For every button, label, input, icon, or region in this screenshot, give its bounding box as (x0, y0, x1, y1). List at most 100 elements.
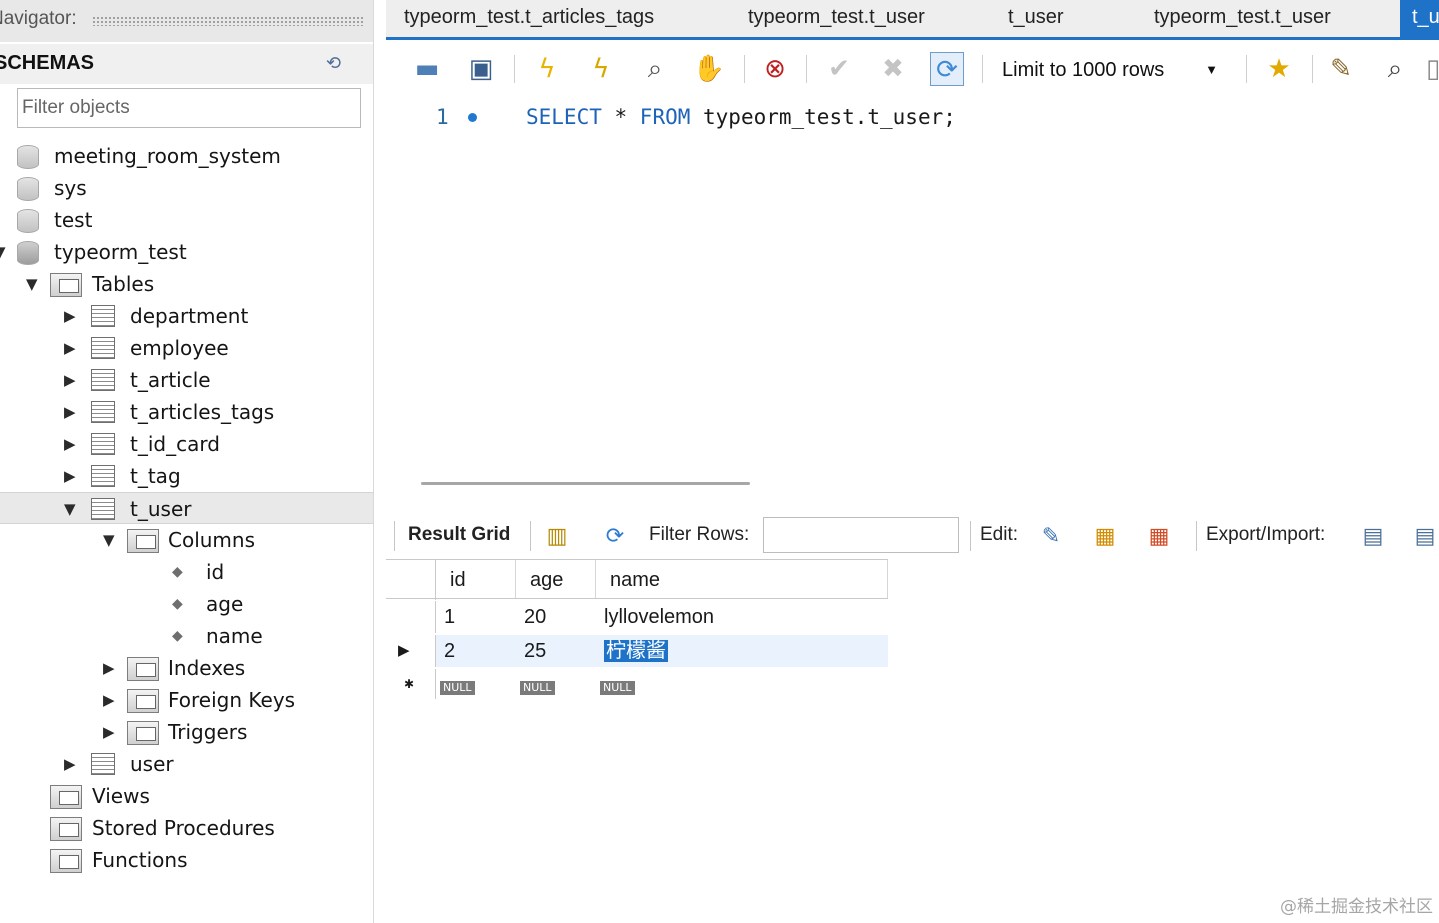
tree-table-department[interactable]: ▶ department (0, 300, 373, 332)
result-grid-tab[interactable]: Result Grid (408, 524, 510, 546)
export-import-label: Export/Import: (1206, 524, 1326, 545)
column-header-name[interactable]: name (596, 560, 888, 598)
tab-typeorm-test-t-articles-tags[interactable]: typeorm_test.t_articles_tags (404, 6, 654, 29)
find-magnifier-icon[interactable]: ⌕ (1378, 52, 1412, 86)
tree-folder-tables[interactable]: ▼ Tables (0, 268, 373, 300)
table-row-new[interactable]: ✱ NULL NULL NULL (386, 669, 888, 699)
cell-age[interactable]: 20 (516, 601, 596, 633)
collapsed-arrow-icon[interactable]: ▶ (64, 332, 80, 364)
filter-objects-input[interactable] (17, 88, 361, 128)
add-snippet-star-icon[interactable]: ★ (1262, 52, 1296, 86)
column-header-id[interactable]: id (436, 560, 516, 598)
column-header-age[interactable]: age (516, 560, 596, 598)
stop-on-error-icon[interactable]: ⊗ (758, 52, 792, 86)
tree-table-t_articles_tags[interactable]: ▶ t_articles_tags (0, 396, 373, 428)
row-header[interactable]: ▶ (386, 635, 436, 667)
collapsed-arrow-icon[interactable]: ▶ (64, 748, 80, 780)
collapsed-arrow-icon[interactable]: ▶ (103, 652, 119, 684)
tree-folder-views[interactable]: Views (0, 780, 373, 812)
tab-typeorm-test-t-user-2[interactable]: typeorm_test.t_user (1154, 6, 1331, 29)
tree-folder-triggers[interactable]: ▶ Triggers (0, 716, 373, 748)
tree-column-id[interactable]: ◆ id (0, 556, 373, 588)
save-icon[interactable]: ▣ (464, 52, 498, 86)
explain-magnifier-icon[interactable]: ⌕ (638, 52, 672, 86)
filter-rows-input[interactable] (763, 517, 959, 553)
tree-folder-foreign-keys[interactable]: ▶ Foreign Keys (0, 684, 373, 716)
delete-row-icon[interactable]: ▦ (1144, 521, 1174, 551)
tab-t-user[interactable]: t_user (1008, 6, 1064, 29)
tree-folder-stored-procedures[interactable]: Stored Procedures (0, 812, 373, 844)
tree-table-t_article[interactable]: ▶ t_article (0, 364, 373, 396)
editor-result-splitter[interactable] (386, 467, 1439, 507)
cell-age[interactable]: NULL (516, 669, 596, 699)
collapsed-arrow-icon[interactable]: ▶ (64, 364, 80, 396)
cell-age[interactable]: 25 (516, 635, 596, 667)
tree-table-t_tag[interactable]: ▶ t_tag (0, 460, 373, 492)
collapsed-arrow-icon[interactable]: › (0, 204, 10, 236)
tree-table-employee[interactable]: ▶ employee (0, 332, 373, 364)
tree-schema-sys[interactable]: › sys (0, 172, 373, 204)
tree-folder-indexes[interactable]: ▶ Indexes (0, 652, 373, 684)
commit-check-icon[interactable]: ✔ (822, 52, 856, 86)
tree-schema-typeorm_test[interactable]: ▼ typeorm_test (0, 236, 373, 268)
execute-current-icon[interactable]: ϟ (584, 52, 618, 86)
table-row-current[interactable]: ▶ 2 25 柠檬酱 (386, 635, 888, 667)
expanded-arrow-icon[interactable]: ▼ (26, 268, 42, 300)
selected-cell-text[interactable]: 柠檬酱 (604, 640, 668, 662)
limit-rows-select[interactable]: Limit to 1000 rows ▼ (992, 54, 1228, 86)
collapsed-arrow-icon[interactable]: › (0, 172, 10, 204)
tree-folder-functions[interactable]: Functions (0, 844, 373, 876)
export-icon[interactable]: ▤ (1358, 521, 1388, 551)
tree-table-t_user[interactable]: ▼ t_user (0, 492, 373, 525)
collapsed-arrow-icon[interactable]: › (0, 140, 10, 172)
panel-grip[interactable] (92, 16, 364, 26)
expanded-arrow-icon[interactable]: ▼ (64, 493, 80, 525)
collapsed-arrow-icon[interactable]: ▶ (64, 428, 80, 460)
expanded-arrow-icon[interactable]: ▼ (103, 524, 119, 556)
cell-name[interactable]: NULL (596, 669, 888, 699)
import-icon[interactable]: ▤ (1410, 521, 1439, 551)
cell-id[interactable]: 2 (436, 635, 516, 667)
expanded-arrow-icon[interactable]: ▼ (0, 236, 10, 268)
table-icon (91, 498, 115, 520)
row-header[interactable] (386, 601, 436, 633)
wrap-lines-icon[interactable]: ▯ (1426, 52, 1439, 86)
rollback-x-icon[interactable]: ✖ (876, 52, 910, 86)
cell-id[interactable]: 1 (436, 601, 516, 633)
tree-label: user (130, 752, 174, 776)
table-row[interactable]: 1 20 lyllovelemon (386, 601, 888, 633)
open-file-icon[interactable]: ▬ (410, 52, 444, 86)
tree-column-name[interactable]: ◆ name (0, 620, 373, 652)
refresh-icon[interactable]: ⟲ (326, 53, 341, 74)
tree-schema-meeting_room_system[interactable]: › meeting_room_system (0, 140, 373, 172)
autocommit-toggle-icon[interactable]: ⟳ (930, 52, 964, 86)
tree-folder-columns[interactable]: ▼ Columns (0, 524, 373, 556)
collapsed-arrow-icon[interactable]: ▶ (64, 396, 80, 428)
collapsed-arrow-icon[interactable]: ▶ (103, 716, 119, 748)
cell-name[interactable]: 柠檬酱 (596, 635, 888, 667)
stop-hand-icon[interactable]: ✋ (692, 52, 726, 86)
tree-label: name (206, 624, 263, 648)
cell-id[interactable]: NULL (436, 669, 516, 699)
row-header[interactable]: ✱ (386, 669, 436, 699)
grid-header-row: id age name (386, 559, 888, 600)
sql-editor[interactable]: 1 SELECT * FROM typeorm_test.t_user; (386, 95, 1439, 467)
tab-t-u-active[interactable]: t_u (1400, 0, 1439, 37)
collapsed-arrow-icon[interactable]: ▶ (103, 684, 119, 716)
sql-code-line[interactable]: SELECT * FROM typeorm_test.t_user; (526, 105, 956, 129)
grid-layout-icon[interactable]: ▥ (542, 521, 572, 551)
horizontal-scrollbar[interactable] (421, 482, 750, 485)
edit-pencil-icon[interactable]: ✎ (1036, 521, 1066, 551)
cell-name[interactable]: lyllovelemon (596, 601, 888, 633)
tree-table-user[interactable]: ▶ user (0, 748, 373, 780)
collapsed-arrow-icon[interactable]: ▶ (64, 300, 80, 332)
add-row-icon[interactable]: ▦ (1090, 521, 1120, 551)
refresh-arrows-icon[interactable]: ⟳ (600, 521, 630, 551)
tree-column-age[interactable]: ◆ age (0, 588, 373, 620)
collapsed-arrow-icon[interactable]: ▶ (64, 460, 80, 492)
execute-lightning-icon[interactable]: ϟ (530, 52, 564, 86)
tree-table-t_id_card[interactable]: ▶ t_id_card (0, 428, 373, 460)
tree-schema-test[interactable]: › test (0, 204, 373, 236)
beautify-broom-icon[interactable]: ✎ (1324, 52, 1358, 86)
tab-typeorm-test-t-user[interactable]: typeorm_test.t_user (748, 6, 925, 29)
